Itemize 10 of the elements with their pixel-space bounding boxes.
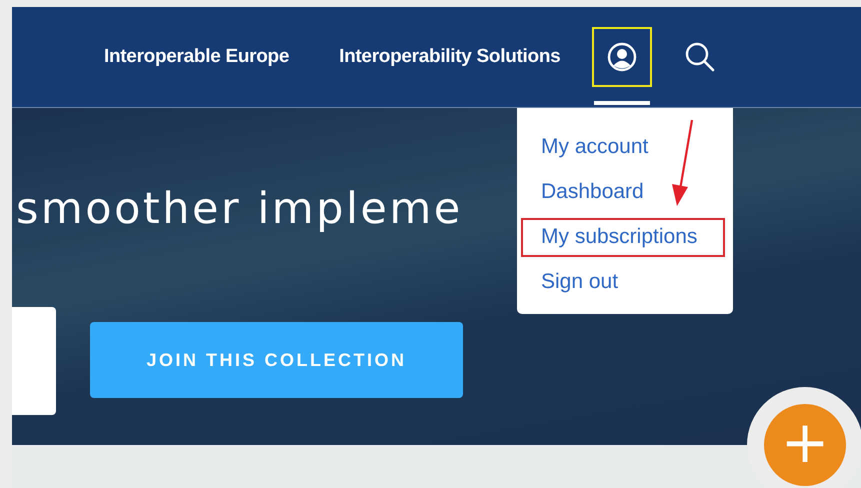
menu-item[interactable]: Sign out [521, 263, 725, 302]
menu-item[interactable]: Dashboard [521, 173, 725, 212]
nav-link[interactable]: Interoperable Europe [104, 46, 290, 68]
nav-link[interactable]: Interoperability Solutions [339, 46, 560, 68]
search-icon [684, 41, 716, 73]
user-icon [607, 42, 638, 72]
search-button[interactable] [684, 41, 716, 73]
menu-item[interactable]: My account [521, 128, 725, 167]
hero-title: smoother impleme [16, 184, 463, 234]
menu-item[interactable]: My subscriptions [521, 218, 725, 257]
